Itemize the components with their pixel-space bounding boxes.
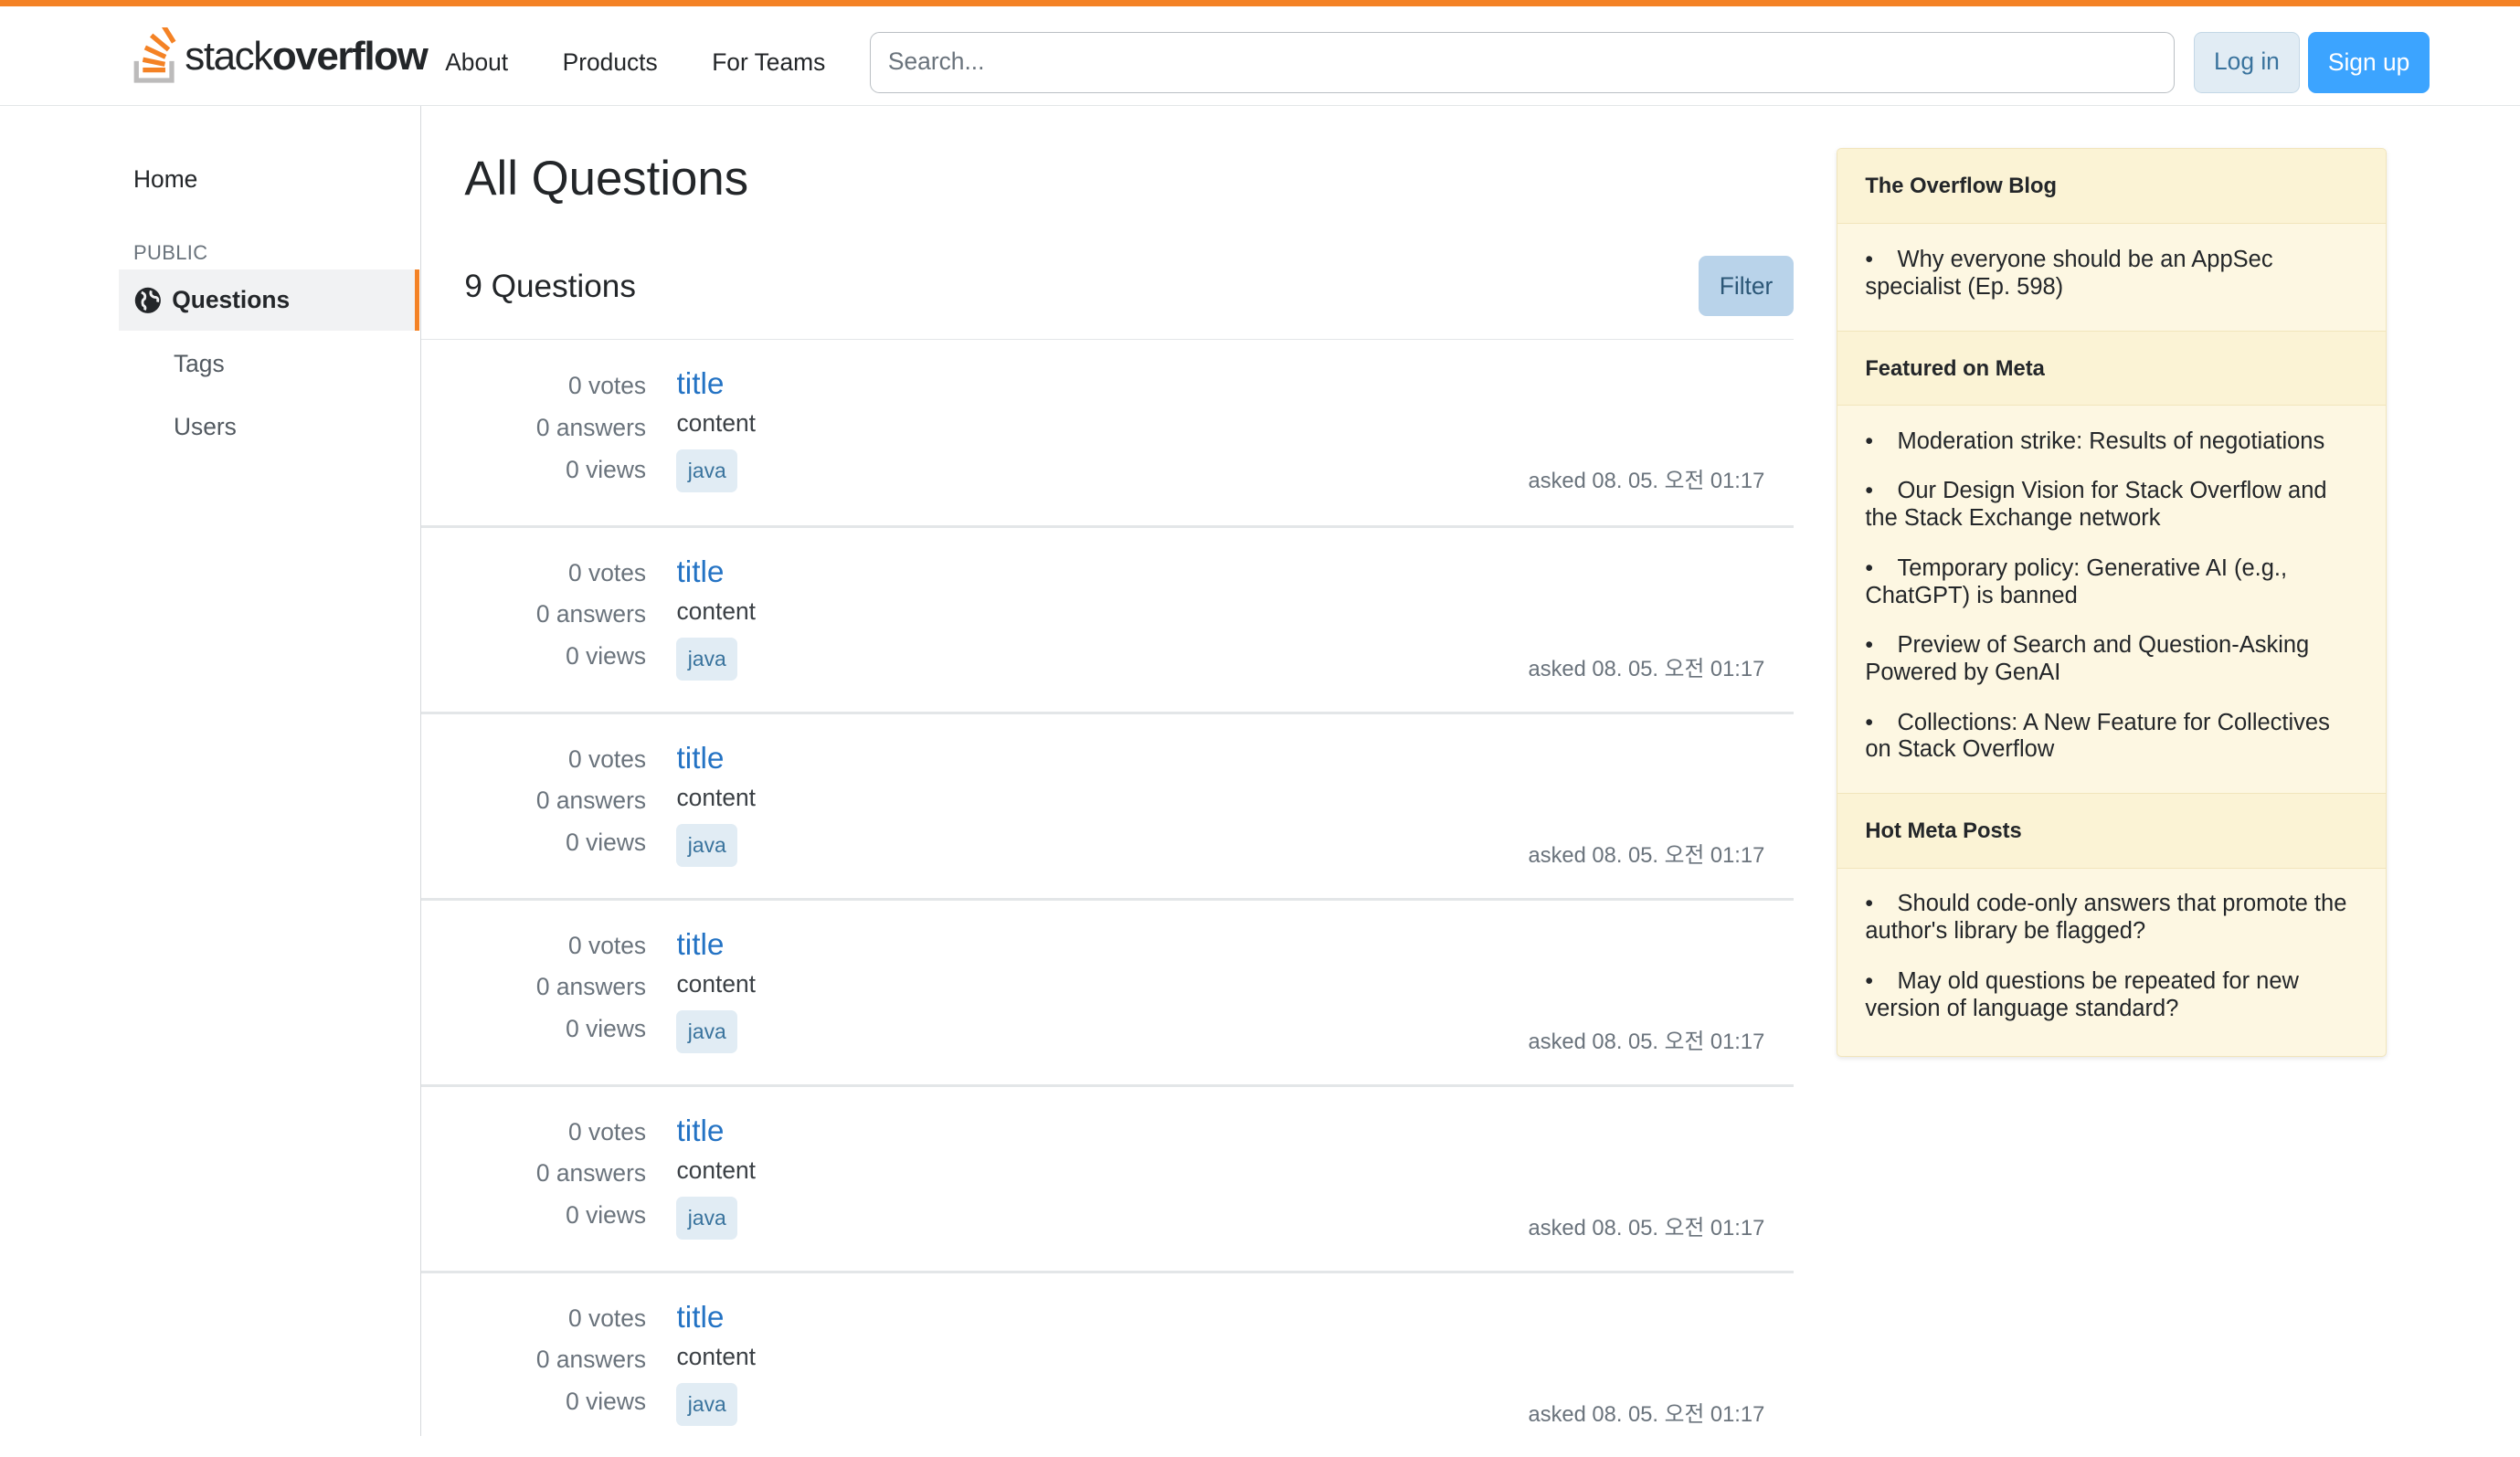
question-row: 0 votes 0 answers 0 views title content …	[420, 1271, 1794, 1457]
question-excerpt: content	[676, 783, 757, 811]
hot-meta-heading: Hot Meta Posts	[1837, 793, 2386, 869]
right-sidebar-widget: The Overflow Blog Why everyone should be…	[1837, 147, 2387, 1058]
asked-timestamp: asked 08. 05. 오전 01:17	[1528, 1029, 1765, 1054]
blog-heading: The Overflow Blog	[1837, 148, 2386, 225]
meta-item-link[interactable]: Moderation strike: Results of negotiatio…	[1865, 428, 2358, 456]
question-title-link[interactable]: title	[676, 742, 724, 776]
signup-button[interactable]: Sign up	[2307, 32, 2430, 93]
answer-count: 0 answers	[535, 414, 647, 442]
asked-timestamp: asked 08. 05. 오전 01:17	[1528, 1216, 1765, 1241]
view-count: 0 views	[566, 829, 647, 857]
vote-count: 0 votes	[568, 1117, 647, 1146]
tag-java[interactable]: java	[676, 1382, 738, 1427]
tag-java[interactable]: java	[676, 1196, 738, 1241]
question-title-link[interactable]: title	[676, 1114, 724, 1149]
tag-java[interactable]: java	[676, 449, 738, 493]
search-input[interactable]: Search...	[869, 32, 2175, 93]
globe-icon	[134, 287, 161, 313]
nav-about[interactable]: About	[445, 48, 508, 77]
meta-item-link[interactable]: Preview of Search and Question-Asking Po…	[1865, 632, 2358, 687]
sidebar-item-tags[interactable]: Tags	[174, 350, 225, 378]
answer-count: 0 answers	[535, 973, 647, 1001]
question-row: 0 votes 0 answers 0 views title content …	[420, 339, 1794, 525]
question-row: 0 votes 0 answers 0 views title content …	[420, 1084, 1794, 1271]
question-title-link[interactable]: title	[676, 367, 724, 402]
vote-count: 0 votes	[568, 744, 647, 773]
hot-meta-item-link[interactable]: Should code-only answers that promote th…	[1865, 891, 2358, 945]
site-logo[interactable]: stackoverflow	[132, 26, 429, 87]
vote-count: 0 votes	[568, 931, 647, 959]
asked-timestamp: asked 08. 05. 오전 01:17	[1528, 1402, 1765, 1427]
featured-meta-heading: Featured on Meta	[1837, 330, 2386, 406]
view-count: 0 views	[566, 642, 647, 670]
question-row: 0 votes 0 answers 0 views title content …	[420, 898, 1794, 1084]
tag-java[interactable]: java	[676, 1009, 738, 1054]
asked-timestamp: asked 08. 05. 오전 01:17	[1528, 469, 1765, 493]
nav-products[interactable]: Products	[563, 48, 658, 77]
sidebar-item-home[interactable]: Home	[133, 165, 197, 194]
question-excerpt: content	[676, 597, 757, 625]
sidebar-item-users[interactable]: Users	[174, 413, 237, 441]
view-count: 0 views	[566, 1388, 647, 1416]
blog-item-link[interactable]: Why everyone should be an AppSec special…	[1865, 247, 2358, 301]
nav-for-teams[interactable]: For Teams	[712, 48, 825, 77]
page-title: All Questions	[464, 152, 749, 206]
sidebar-item-label: Questions	[172, 286, 291, 314]
meta-item-link[interactable]: Temporary policy: Generative AI (e.g., C…	[1865, 555, 2358, 610]
hot-meta-list: Should code-only answers that promote th…	[1837, 869, 2386, 1051]
sidebar-item-questions[interactable]: Questions	[119, 269, 420, 332]
filter-button[interactable]: Filter	[1699, 255, 1794, 317]
question-title-link[interactable]: title	[676, 555, 724, 590]
stackoverflow-logo-icon	[133, 26, 176, 83]
left-sidebar: Home PUBLIC Questions Tags Users	[0, 106, 421, 1437]
login-button[interactable]: Log in	[2193, 32, 2300, 93]
view-count: 0 views	[566, 1015, 647, 1043]
asked-timestamp: asked 08. 05. 오전 01:17	[1528, 657, 1765, 681]
question-row: 0 votes 0 answers 0 views title content …	[420, 712, 1794, 898]
asked-timestamp: asked 08. 05. 오전 01:17	[1528, 843, 1765, 868]
vote-count: 0 votes	[568, 1304, 647, 1332]
meta-item-link[interactable]: Our Design Vision for Stack Overflow and…	[1865, 478, 2358, 533]
question-list: 0 votes 0 answers 0 views title content …	[420, 339, 1794, 1457]
hot-meta-item-link[interactable]: May old questions be repeated for new ve…	[1865, 968, 2358, 1023]
meta-item-link[interactable]: Collections: A New Feature for Collectiv…	[1865, 710, 2358, 765]
blog-list: Why everyone should be an AppSec special…	[1837, 224, 2386, 330]
tag-java[interactable]: java	[676, 823, 738, 868]
question-title-link[interactable]: title	[676, 928, 724, 963]
question-title-link[interactable]: title	[676, 1301, 724, 1336]
sidebar-section-public: PUBLIC	[132, 240, 208, 264]
view-count: 0 views	[566, 1201, 647, 1230]
logo-text: stackoverflow	[185, 33, 429, 79]
question-excerpt: content	[676, 408, 757, 437]
vote-count: 0 votes	[568, 372, 647, 400]
answer-count: 0 answers	[535, 1159, 647, 1188]
question-excerpt: content	[676, 969, 757, 998]
question-row: 0 votes 0 answers 0 views title content …	[420, 525, 1794, 712]
view-count: 0 views	[566, 455, 647, 483]
top-bar: stackoverflow About Products For Teams S…	[0, 0, 2520, 107]
answer-count: 0 answers	[535, 600, 647, 628]
vote-count: 0 votes	[568, 558, 647, 586]
question-count: 9 Questions	[464, 268, 636, 304]
question-excerpt: content	[676, 1156, 757, 1184]
featured-meta-list: Moderation strike: Results of negotiatio…	[1837, 406, 2386, 793]
answer-count: 0 answers	[535, 787, 647, 815]
answer-count: 0 answers	[535, 1346, 647, 1374]
question-excerpt: content	[676, 1342, 757, 1370]
tag-java[interactable]: java	[676, 637, 738, 681]
